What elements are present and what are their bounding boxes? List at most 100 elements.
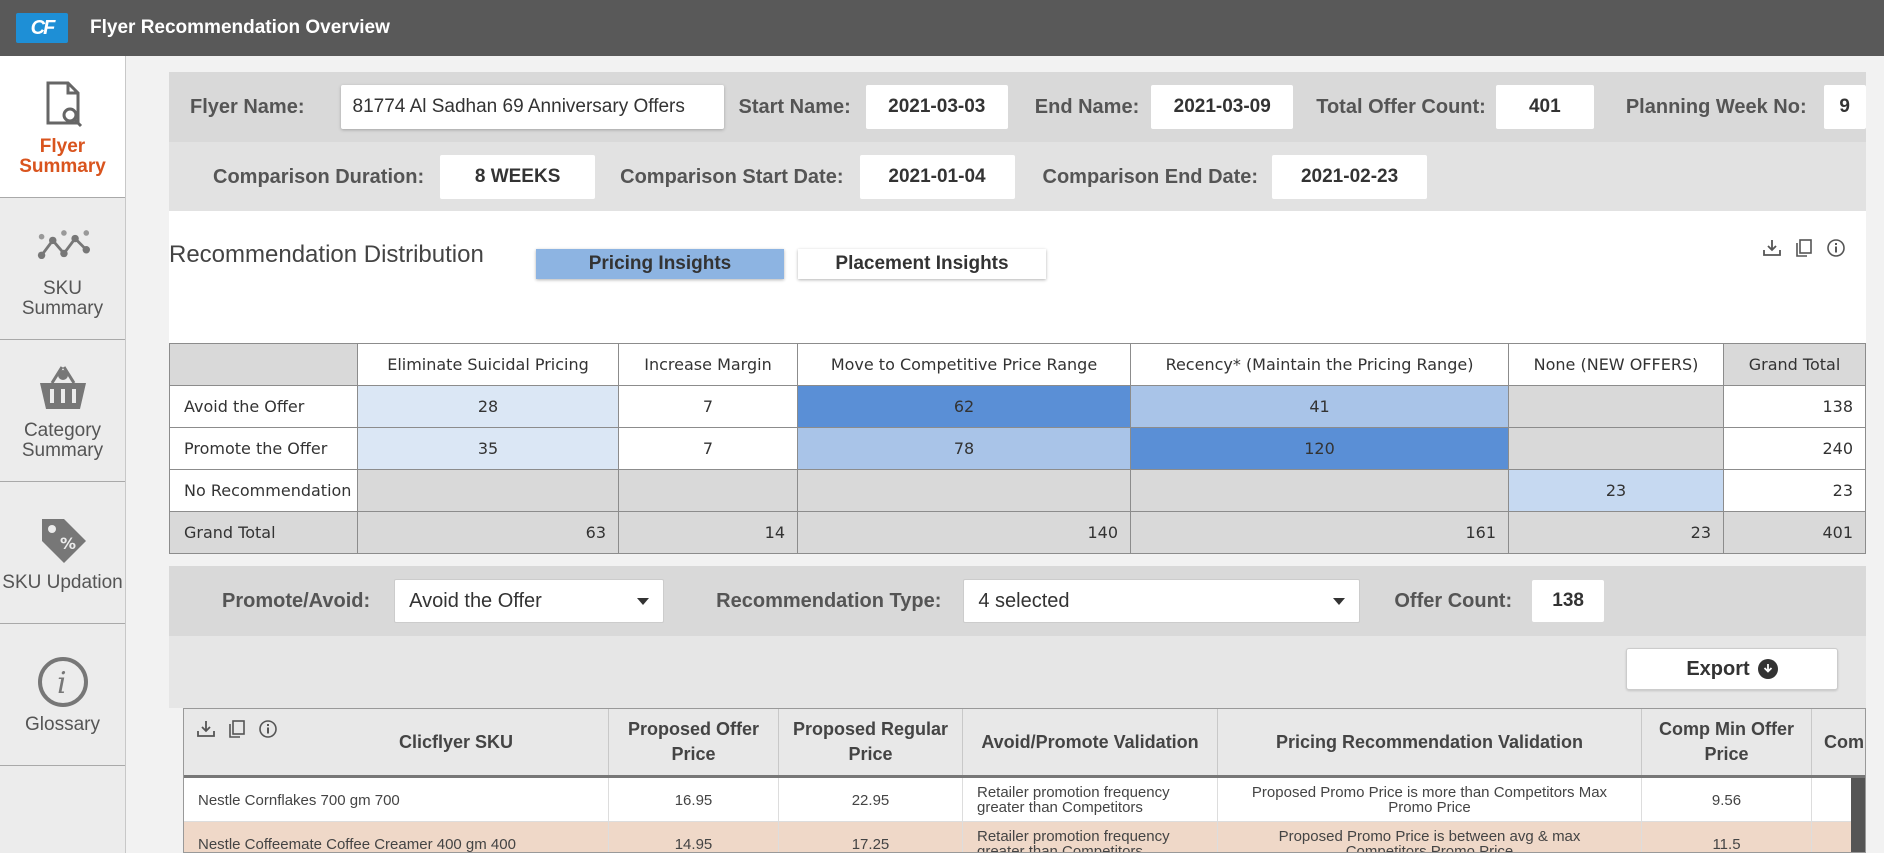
main-content: Flyer Name: 81774 Al Sadhan 69 Anniversa… bbox=[126, 56, 1884, 853]
export-button[interactable]: Export bbox=[1626, 648, 1838, 690]
validation-cell: Retailer promotion frequency greater tha… bbox=[963, 778, 1218, 822]
sidebar-item-label: SKU Updation bbox=[2, 571, 123, 593]
promote-avoid-dropdown[interactable]: Avoid the Offer bbox=[394, 579, 665, 623]
row-label: Grand Total bbox=[169, 511, 358, 554]
column-header: Increase Margin bbox=[618, 343, 798, 386]
comparison-start-field[interactable]: 2021-01-04 bbox=[859, 155, 1015, 199]
table-cell: 23 bbox=[1723, 469, 1866, 512]
table-cell[interactable]: 78 bbox=[797, 427, 1131, 470]
start-name-label: Start Name: bbox=[738, 95, 851, 118]
sidebar-item-sku-summary[interactable]: SKU Summary bbox=[0, 198, 125, 340]
table-cell[interactable]: 23 bbox=[1508, 469, 1724, 512]
table-row[interactable]: Nestle Coffeemate Coffee Creamer 400 gm … bbox=[184, 822, 1851, 852]
comp-min-price-cell: 9.56 bbox=[1642, 778, 1812, 822]
end-name-label: End Name: bbox=[1034, 95, 1140, 118]
table-cell[interactable] bbox=[618, 469, 798, 512]
sidebar-item-category-summary[interactable]: Category Summary bbox=[0, 340, 125, 482]
table-cell: 140 bbox=[797, 511, 1131, 554]
column-header: Move to Competitive Price Range bbox=[797, 343, 1131, 386]
section-title: Recommendation Distribution bbox=[169, 241, 484, 268]
row-label: Promote the Offer bbox=[169, 427, 358, 470]
start-name-field[interactable]: 2021-03-03 bbox=[865, 85, 1008, 129]
info-circle-icon: i bbox=[36, 655, 90, 709]
promote-avoid-label: Promote/Avoid: bbox=[222, 589, 371, 612]
download-icon[interactable] bbox=[1762, 238, 1782, 258]
flyer-name-field[interactable]: 81774 Al Sadhan 69 Anniversary Offers bbox=[340, 85, 724, 129]
pivot-header-row: Eliminate Suicidal Pricing Increase Marg… bbox=[169, 343, 1866, 386]
tab-pricing-insights[interactable]: Pricing Insights bbox=[536, 249, 784, 279]
recommendation-distribution: Recommendation Distribution Pricing Insi… bbox=[169, 211, 1866, 554]
table-cell[interactable] bbox=[357, 469, 619, 512]
vertical-scrollbar[interactable] bbox=[1851, 778, 1865, 852]
recommendation-type-label: Recommendation Type: bbox=[716, 589, 942, 612]
app-logo: CF bbox=[16, 13, 68, 43]
column-header[interactable]: Proposed Regular Price bbox=[779, 709, 963, 775]
column-header[interactable]: Avoid/Promote Validation bbox=[963, 709, 1218, 775]
flyer-name-label: Flyer Name: bbox=[190, 95, 305, 118]
total-offer-count-field[interactable]: 401 bbox=[1495, 85, 1594, 129]
pivot-row: Promote the Offer 35 7 78 120 240 bbox=[169, 427, 1866, 470]
planning-week-label: Planning Week No: bbox=[1625, 95, 1807, 118]
table-cell[interactable]: 41 bbox=[1130, 385, 1509, 428]
copy-icon[interactable] bbox=[1794, 238, 1814, 258]
row-label: No Recommendation bbox=[169, 469, 358, 512]
table-cell[interactable]: 7 bbox=[618, 385, 798, 428]
comparison-end-field[interactable]: 2021-02-23 bbox=[1272, 155, 1428, 199]
comp-min-price-cell: 11.5 bbox=[1642, 822, 1812, 852]
column-header[interactable]: Proposed Offer Price bbox=[609, 709, 779, 775]
comparison-duration-label: Comparison Duration: bbox=[213, 165, 425, 188]
price-tag-icon: % bbox=[36, 513, 90, 567]
sidebar-item-label: SKU Summary bbox=[21, 277, 104, 319]
pivot-row: Avoid the Offer 28 7 62 41 138 bbox=[169, 385, 1866, 428]
svg-text:i: i bbox=[57, 666, 67, 701]
offer-count-field[interactable]: 138 bbox=[1532, 580, 1605, 622]
export-area: Export bbox=[169, 636, 1866, 708]
document-search-icon bbox=[36, 77, 90, 131]
table-cell[interactable] bbox=[1130, 469, 1509, 512]
table-cell[interactable]: 62 bbox=[797, 385, 1131, 428]
sidebar-item-flyer-summary[interactable]: Flyer Summary bbox=[0, 56, 125, 198]
recommendation-type-dropdown[interactable]: 4 selected bbox=[963, 579, 1361, 623]
table-cell[interactable] bbox=[1508, 427, 1724, 470]
comparison-duration-field[interactable]: 8 WEEKS bbox=[440, 155, 596, 199]
export-label: Export bbox=[1686, 657, 1750, 680]
column-header[interactable]: Pricing Recommendation Validation bbox=[1218, 709, 1642, 775]
sidebar-item-glossary[interactable]: i Glossary bbox=[0, 624, 125, 766]
pivot-row: No Recommendation 23 23 bbox=[169, 469, 1866, 512]
table-cell[interactable]: 7 bbox=[618, 427, 798, 470]
column-header[interactable]: Comp Min Offer Price bbox=[1642, 709, 1812, 775]
top-bar: CF Flyer Recommendation Overview bbox=[0, 0, 1884, 56]
pivot-table: Eliminate Suicidal Pricing Increase Marg… bbox=[169, 343, 1866, 554]
offer-count-label: Offer Count: bbox=[1394, 589, 1513, 612]
column-header: Grand Total bbox=[1723, 343, 1866, 386]
basket-icon bbox=[36, 361, 90, 415]
pricing-validation-cell: Proposed Promo Price is more than Compet… bbox=[1218, 778, 1642, 822]
sku-cell: Nestle Coffeemate Coffee Creamer 400 gm … bbox=[184, 822, 609, 852]
table-cell[interactable] bbox=[1508, 385, 1724, 428]
planning-week-field[interactable]: 9 bbox=[1823, 85, 1866, 129]
regular-price-cell: 17.25 bbox=[779, 822, 963, 852]
info-icon[interactable] bbox=[1826, 238, 1846, 258]
table-cell[interactable]: 35 bbox=[357, 427, 619, 470]
table-row[interactable]: Nestle Cornflakes 700 gm 700 16.95 22.95… bbox=[184, 778, 1851, 822]
table-cell[interactable]: 120 bbox=[1130, 427, 1509, 470]
end-name-field[interactable]: 2021-03-09 bbox=[1151, 85, 1294, 129]
comparison-panel: Comparison Duration: 8 WEEKS Comparison … bbox=[169, 142, 1866, 212]
table-cell[interactable]: 28 bbox=[357, 385, 619, 428]
tab-placement-insights[interactable]: Placement Insights bbox=[798, 249, 1046, 279]
column-header[interactable]: Com bbox=[1812, 709, 1865, 775]
sku-cell: Nestle Cornflakes 700 gm 700 bbox=[184, 778, 609, 822]
column-header[interactable]: Clicflyer SKU bbox=[184, 709, 609, 775]
sidebar-item-sku-updation[interactable]: % SKU Updation bbox=[0, 482, 125, 624]
sidebar-item-label: Category Summary bbox=[21, 419, 104, 461]
table-cell: 401 bbox=[1723, 511, 1866, 554]
regular-price-cell: 22.95 bbox=[779, 778, 963, 822]
offer-price-cell: 16.95 bbox=[609, 778, 779, 822]
offer-price-cell: 14.95 bbox=[609, 822, 779, 852]
column-header: Recency* (Maintain the Pricing Range) bbox=[1130, 343, 1509, 386]
logo-text: CF bbox=[30, 16, 56, 39]
comparison-start-label: Comparison Start Date: bbox=[620, 165, 844, 188]
table-cell[interactable] bbox=[797, 469, 1131, 512]
chart-tools bbox=[1762, 238, 1846, 258]
dropdown-value: Avoid the Offer bbox=[409, 589, 542, 612]
